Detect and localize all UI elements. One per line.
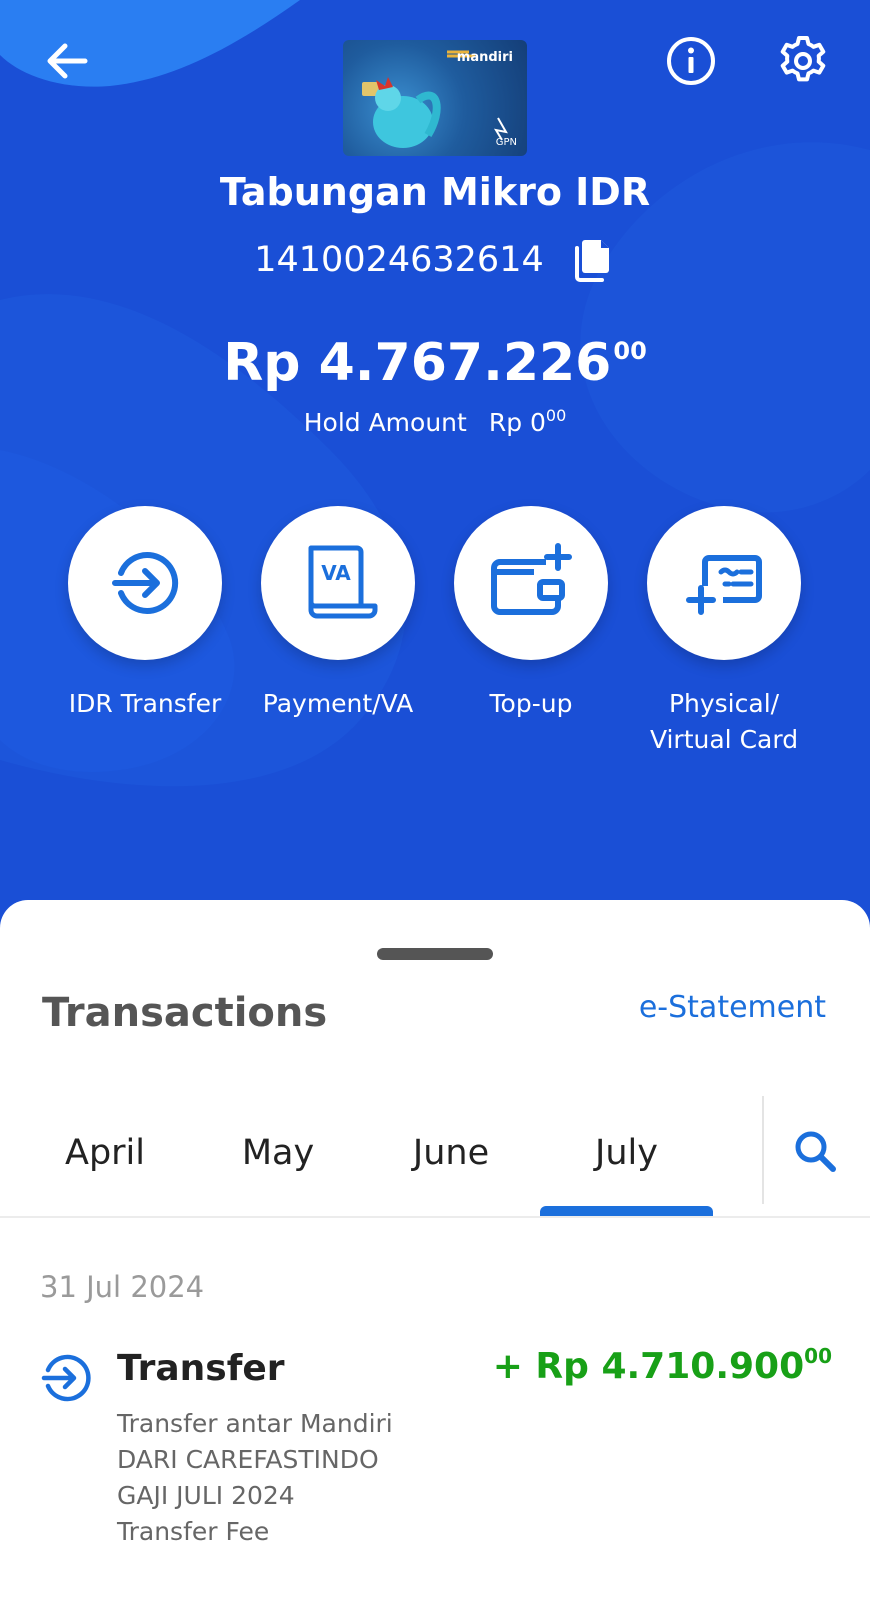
copy-button[interactable]	[570, 236, 616, 284]
transactions-title: Transactions	[42, 990, 328, 1036]
search-icon	[795, 1131, 836, 1172]
action-circle[interactable]	[454, 506, 608, 660]
action-label: IDR Transfer	[68, 689, 222, 718]
transaction-type-icon	[40, 1352, 92, 1404]
description-line: GAJI JULI 2024	[117, 1481, 295, 1510]
balance-cents: 00	[613, 337, 647, 365]
tab-april[interactable]: April	[20, 1090, 190, 1216]
description-line: Transfer Fee	[117, 1517, 270, 1546]
description-line: DARI CAREFASTINDO	[117, 1445, 379, 1474]
action-idr-transfer[interactable]: IDR Transfer	[65, 506, 225, 722]
va-bill-icon: VA	[308, 545, 378, 619]
card-add-icon	[686, 555, 762, 615]
hold-label: Hold Amount	[303, 408, 467, 437]
action-circle[interactable]: VA	[261, 506, 415, 660]
tabs-bottom-border	[0, 1216, 870, 1218]
transaction-amount-main: + Rp 4.710.900	[492, 1346, 805, 1387]
sheet-drag-handle[interactable]	[377, 948, 493, 960]
settings-button[interactable]	[774, 32, 832, 90]
account-name: Tabungan Mikro IDR	[219, 170, 651, 214]
account-header: mandiri GPN Tabungan Mikro IDR 141002463…	[0, 0, 870, 940]
balance-amount: Rp 4.767.22600	[0, 333, 870, 393]
wallet-topup-icon	[491, 543, 572, 615]
hold-amount-row: Hold Amount Rp 000	[0, 406, 870, 437]
tab-may[interactable]: May	[193, 1090, 363, 1216]
account-number: 1410024632614	[254, 240, 544, 280]
description-line: Transfer antar Mandiri	[117, 1409, 393, 1438]
estatement-link[interactable]: e-Statement	[639, 990, 826, 1025]
search-button[interactable]	[790, 1126, 840, 1176]
active-tab-indicator	[540, 1206, 713, 1216]
transaction-amount: + Rp 4.710.90000	[492, 1344, 832, 1387]
transfer-icon	[112, 552, 179, 614]
action-circle[interactable]	[647, 506, 801, 660]
hold-cents: 00	[545, 406, 567, 425]
gear-icon	[780, 36, 826, 82]
tab-june[interactable]: June	[366, 1090, 536, 1216]
account-number-row: 1410024632614	[0, 236, 870, 284]
action-circle[interactable]	[68, 506, 222, 660]
back-button[interactable]	[40, 34, 94, 88]
tabs-divider	[762, 1096, 764, 1204]
transaction-date: 31 Jul 2024	[40, 1270, 205, 1304]
transaction-description: Transfer antar Mandiri DARI CAREFASTINDO…	[117, 1406, 393, 1550]
hold-main: Rp 0	[488, 408, 546, 437]
action-topup[interactable]: Top-up	[451, 506, 611, 722]
tab-july[interactable]: July	[540, 1090, 713, 1216]
transfer-icon	[41, 1354, 91, 1402]
month-tabs: April May June July	[0, 1090, 870, 1218]
info-icon	[667, 37, 715, 85]
info-button[interactable]	[664, 34, 718, 88]
action-label: Top-up	[489, 689, 573, 718]
copy-icon	[574, 240, 609, 282]
card-network-label: GPN	[495, 137, 517, 148]
account-card-image: mandiri GPN	[343, 40, 527, 156]
action-payment-va[interactable]: VA Payment/VA	[258, 506, 418, 722]
card-brand-label: mandiri	[456, 50, 513, 65]
action-label: Payment/VA	[262, 689, 414, 718]
transaction-amount-cents: 00	[804, 1344, 832, 1368]
transaction-title[interactable]: Transfer	[117, 1348, 285, 1389]
action-label: Physical/ Virtual Card	[649, 689, 799, 754]
transactions-sheet: Transactions e-Statement April May June …	[0, 900, 870, 1600]
svg-text:VA: VA	[321, 561, 351, 585]
arrow-left-icon	[47, 43, 88, 79]
balance-main: Rp 4.767.226	[223, 333, 612, 393]
action-physical-virtual-card[interactable]: Physical/ Virtual Card	[644, 506, 804, 758]
